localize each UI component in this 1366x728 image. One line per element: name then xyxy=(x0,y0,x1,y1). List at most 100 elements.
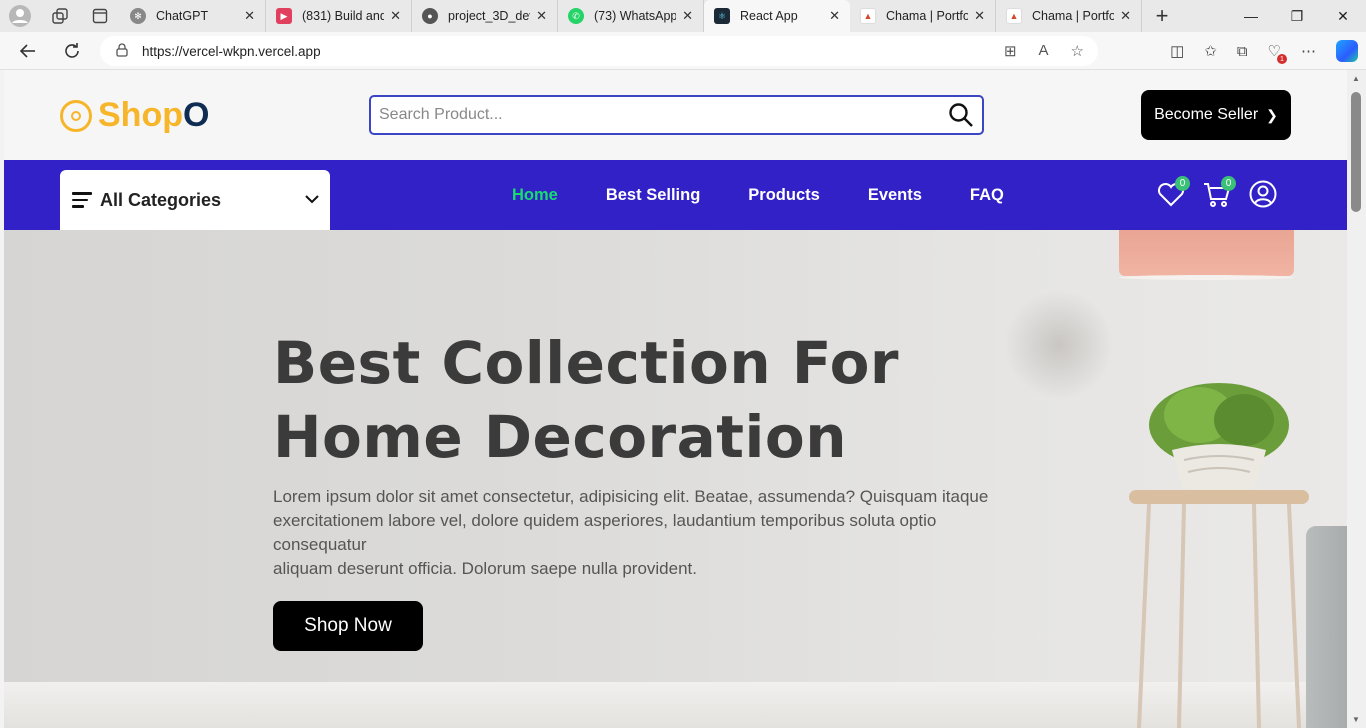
close-icon[interactable]: ✕ xyxy=(682,8,693,24)
close-icon[interactable]: ✕ xyxy=(974,8,985,24)
nav-products[interactable]: Products xyxy=(748,186,820,205)
cart-count-badge: 0 xyxy=(1221,176,1236,191)
wall-shadow xyxy=(1004,290,1114,400)
whatsapp-icon: ✆ xyxy=(568,8,584,24)
tab-actions-icon[interactable] xyxy=(80,0,120,32)
side-table-image xyxy=(1129,490,1309,728)
close-icon[interactable]: ✕ xyxy=(244,8,255,24)
tab-title: (73) WhatsApp xyxy=(594,9,677,23)
hero-title-line-2: Home Decoration xyxy=(273,403,848,471)
tab-title: React App xyxy=(740,9,798,23)
address-bar-row: https://vercel-wkpn.vercel.app ⊞ A ☆ ◫ ✩… xyxy=(0,32,1366,70)
restore-icon[interactable]: ❐ xyxy=(1274,0,1320,32)
site-header: ShopO Become Seller ❯ xyxy=(4,70,1347,160)
hero-title-line-1: Best Collection For xyxy=(273,329,900,397)
tab-title: Chama | Portfo xyxy=(1032,9,1115,23)
nav-home[interactable]: Home xyxy=(512,186,558,205)
minimize-icon[interactable]: — xyxy=(1228,0,1274,32)
main-navbar: All Categories Home Best Selling Product… xyxy=(4,160,1347,230)
scroll-up-icon[interactable]: ▲ xyxy=(1352,74,1360,83)
hero-text-line-4: aliquam deserunt officia. Dolorum saepe … xyxy=(273,559,697,578)
tab-chama-2[interactable]: ▲ Chama | Portfo ✕ xyxy=(996,0,1142,32)
youtube-icon: ▶ xyxy=(276,8,292,24)
close-icon[interactable]: ✕ xyxy=(829,8,840,24)
hero-title: Best Collection For Home Decoration xyxy=(273,326,973,474)
search-icon[interactable] xyxy=(948,102,974,133)
close-icon[interactable]: ✕ xyxy=(536,8,547,24)
chatgpt-icon: ✻ xyxy=(130,8,146,24)
lock-icon[interactable] xyxy=(116,42,128,60)
collections-icon[interactable]: ⧉ xyxy=(1237,43,1248,60)
become-seller-button[interactable]: Become Seller ❯ xyxy=(1141,90,1291,140)
browser-toolbar: ◫ ✩ ⧉ ♡ 1 ⋯ xyxy=(1170,32,1358,70)
github-icon: ● xyxy=(422,8,438,24)
profile-button[interactable] xyxy=(1248,179,1278,211)
logo-target-icon xyxy=(60,99,92,132)
logo-accent: O xyxy=(182,96,210,134)
favorites-icon[interactable]: ✩ xyxy=(1204,42,1217,60)
pendant-lamp-image xyxy=(1119,230,1294,280)
categories-label: All Categories xyxy=(100,189,222,210)
nav-best-selling[interactable]: Best Selling xyxy=(606,186,700,205)
nav-menu: Home Best Selling Products Events FAQ xyxy=(512,160,1004,230)
tab-title: project_3D_dev xyxy=(448,9,531,23)
url-text: https://vercel-wkpn.vercel.app xyxy=(142,43,321,59)
hero-description: Lorem ipsum dolor sit amet consectetur, … xyxy=(273,485,1053,581)
hero-text-line-3: consequatur xyxy=(273,535,367,554)
react-icon: ⚛ xyxy=(714,8,730,24)
user-icon xyxy=(1249,180,1277,208)
all-categories-dropdown[interactable]: All Categories xyxy=(60,170,330,230)
url-field[interactable]: https://vercel-wkpn.vercel.app ⊞ A ☆ xyxy=(100,36,1098,66)
window-controls: — ❐ ✕ xyxy=(1228,0,1366,32)
chama-icon: ▲ xyxy=(1006,8,1022,24)
shop-now-button[interactable]: Shop Now xyxy=(273,601,423,651)
nav-faq[interactable]: FAQ xyxy=(970,186,1004,205)
workspaces-icon[interactable] xyxy=(40,0,80,32)
browser-tab-bar: ✻ ChatGPT ✕ ▶ (831) Build and ✕ ● projec… xyxy=(0,0,1366,32)
become-seller-label: Become Seller xyxy=(1154,106,1259,123)
search-input[interactable] xyxy=(371,97,931,133)
close-icon[interactable]: ✕ xyxy=(390,8,401,24)
chevron-right-icon: ❯ xyxy=(1266,106,1278,123)
scrollbar-thumb[interactable] xyxy=(1351,92,1361,212)
copilot-icon[interactable] xyxy=(1336,40,1358,62)
menu-lines-icon xyxy=(72,192,92,208)
page-viewport: ShopO Become Seller ❯ All Categories Hom… xyxy=(4,70,1347,728)
apps-icon[interactable]: ⊞ xyxy=(1004,42,1017,60)
cart-button[interactable]: 0 xyxy=(1202,176,1236,211)
nav-events[interactable]: Events xyxy=(868,186,922,205)
tab-title: ChatGPT xyxy=(156,9,209,23)
more-menu-icon[interactable]: ⋯ xyxy=(1301,42,1316,60)
split-screen-icon[interactable]: ◫ xyxy=(1170,42,1184,60)
hero-text-line-2: exercitationem labore vel, dolore quidem… xyxy=(273,511,937,530)
notification-badge: 1 xyxy=(1277,54,1287,64)
potted-plant-image xyxy=(1149,383,1289,493)
read-aloud-icon[interactable]: A xyxy=(1039,42,1049,60)
browser-essentials-icon[interactable]: ♡ 1 xyxy=(1268,42,1287,64)
chama-icon: ▲ xyxy=(860,8,876,24)
close-icon[interactable]: ✕ xyxy=(1120,8,1131,24)
profile-icon[interactable] xyxy=(0,0,40,32)
tab-github[interactable]: ● project_3D_dev ✕ xyxy=(412,0,558,32)
wishlist-count-badge: 0 xyxy=(1175,176,1190,191)
refresh-icon[interactable] xyxy=(50,32,94,70)
shop-logo[interactable]: Shop O xyxy=(60,96,209,135)
logo-text: Shop xyxy=(98,96,183,134)
nav-actions: 0 0 xyxy=(1156,176,1278,211)
product-search xyxy=(369,95,984,135)
new-tab-button[interactable]: + xyxy=(1142,0,1182,32)
tab-react-app[interactable]: ⚛ React App ✕ xyxy=(704,0,850,32)
wishlist-button[interactable]: 0 xyxy=(1156,176,1190,211)
tab-youtube[interactable]: ▶ (831) Build and ✕ xyxy=(266,0,412,32)
scroll-down-icon[interactable]: ▼ xyxy=(1352,715,1360,724)
close-window-icon[interactable]: ✕ xyxy=(1320,0,1366,32)
tab-chama-1[interactable]: ▲ Chama | Portfo ✕ xyxy=(850,0,996,32)
tab-whatsapp[interactable]: ✆ (73) WhatsApp ✕ xyxy=(558,0,704,32)
tab-chatgpt[interactable]: ✻ ChatGPT ✕ xyxy=(120,0,266,32)
tab-title: (831) Build and xyxy=(302,9,385,23)
chevron-down-icon xyxy=(304,191,320,209)
favorite-star-icon[interactable]: ☆ xyxy=(1071,42,1084,60)
back-icon[interactable] xyxy=(6,32,50,70)
page-scrollbar[interactable]: ▲ ▼ xyxy=(1347,70,1366,728)
sofa-image xyxy=(1306,526,1347,728)
